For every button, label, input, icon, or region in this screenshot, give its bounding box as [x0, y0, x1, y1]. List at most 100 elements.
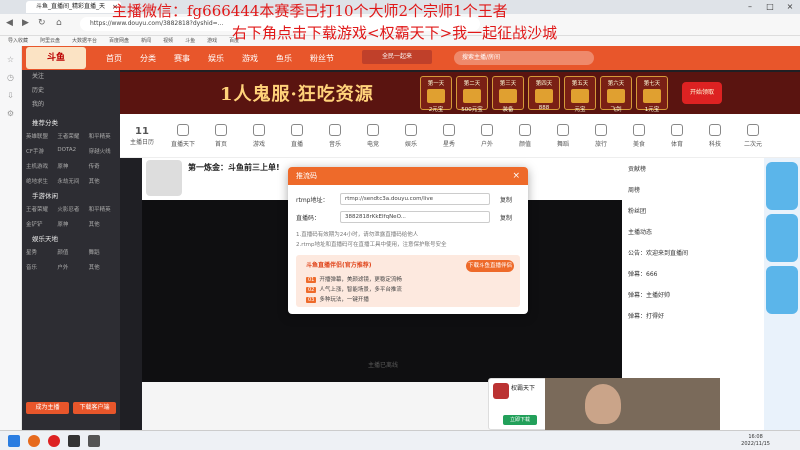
nav-item[interactable]: 分类 [140, 53, 156, 64]
sidebar-category-link[interactable]: 星秀 [26, 248, 53, 256]
category-item[interactable]: 美食 [620, 123, 658, 148]
sidebar-category-link[interactable]: 原神 [57, 220, 84, 228]
side-ad-1[interactable] [766, 162, 798, 210]
banner-day-box[interactable]: 第四天 888 [528, 76, 560, 111]
category-item[interactable]: 电竞 [354, 123, 392, 148]
become-streamer-button[interactable]: 成为主播 [26, 402, 69, 414]
app-icon[interactable] [68, 435, 80, 447]
clock-date: 2022/11/15 [741, 441, 770, 447]
sidebar-grid: 英雄联盟 王者荣耀 和平精英 CF手游 DOTA2 穿越火线主机游戏 原神 传奇绝地求生 永劫无… [22, 132, 120, 185]
category-item[interactable]: 音乐 [316, 123, 354, 148]
taskbar-clock[interactable]: 16:08 2022/11/15 [741, 434, 770, 448]
nav-item[interactable]: 鱼乐 [276, 53, 292, 64]
sidebar-top-item[interactable]: 关注 [22, 70, 120, 84]
nav-item[interactable]: 娱乐 [208, 53, 224, 64]
download-assistant-button[interactable]: 下载斗鱼直播伴侣 [466, 260, 514, 272]
browser-icon[interactable] [48, 435, 60, 447]
category-item[interactable]: 体育 [658, 123, 696, 148]
sidebar-category-link[interactable]: 王者荣耀 [26, 205, 53, 213]
sidebar-category-link[interactable]: 和平精英 [89, 132, 116, 140]
promo-download-button[interactable]: 立即下载 [503, 415, 537, 425]
sidebar-category-link[interactable]: 户外 [57, 263, 84, 271]
sidebar-category-link[interactable]: DOTA2 [57, 147, 84, 155]
sidebar-category-link[interactable]: 舞蹈 [89, 248, 116, 256]
category-item[interactable]: 直播天下 [164, 123, 202, 148]
sidebar-category-link[interactable]: 绝地求生 [26, 177, 53, 185]
calendar-tile[interactable]: 11 主播日历 [120, 126, 164, 146]
banner-day-box[interactable]: 第一天 2元宝 [420, 76, 452, 113]
chat-row: 弹幕：主播好帅 [628, 292, 671, 299]
category-icon [291, 123, 303, 136]
category-item[interactable]: 首页 [202, 123, 240, 148]
category-item[interactable]: 星秀 [430, 123, 468, 148]
category-item[interactable]: 直播 [278, 123, 316, 148]
stream-key-field[interactable]: 3882818rKkEIfqNeO... [340, 211, 490, 223]
category-item[interactable]: 户外 [468, 123, 506, 148]
category-item[interactable]: 旅行 [582, 123, 620, 148]
sidebar-category-link[interactable]: 主机游戏 [26, 162, 53, 170]
download-icon[interactable]: ⇩ [0, 91, 21, 100]
banner-title: 1人鬼服·狂吃资源 [220, 84, 374, 105]
nav-item[interactable]: 粉丝节 [310, 53, 334, 64]
sidebar-category-link[interactable]: 其他 [89, 177, 116, 185]
nav-item[interactable]: 游戏 [242, 53, 258, 64]
sidebar-category-link[interactable]: 和平精英 [89, 205, 116, 213]
header-promo-button[interactable]: 全民一起来 [362, 50, 432, 64]
streamer-avatar[interactable] [146, 160, 182, 196]
rtmp-address-field[interactable]: rtmp://sendtc3a.douyu.com/live [340, 193, 490, 205]
banner-cta-button[interactable]: 开始领取 [682, 82, 722, 104]
webcam-overlay [545, 378, 720, 430]
game-banner[interactable]: 1人鬼服·狂吃资源 第一天 2元宝 第二天 500元宝 第三天 装备 第四天 888 第五天 元宝… [120, 72, 800, 114]
nav-item[interactable]: 首页 [106, 53, 122, 64]
history-icon[interactable]: ◷ [0, 73, 21, 82]
chat-row: 弹幕：666 [628, 271, 658, 278]
side-ads [764, 158, 800, 430]
category-item[interactable]: 舞蹈 [544, 123, 582, 148]
sidebar-section-title: 推荐分类 [32, 119, 58, 127]
sidebar-category-link[interactable]: 传奇 [89, 162, 116, 170]
category-label: 旅行 [594, 140, 607, 148]
category-item[interactable]: 游戏 [240, 123, 278, 148]
category-item[interactable]: 科技 [696, 123, 734, 148]
day-reward: 2元宝 [428, 107, 444, 113]
sidebar-category-link[interactable]: 穿越火线 [89, 147, 116, 155]
settings-icon[interactable]: ⚙ [0, 109, 21, 118]
download-client-button[interactable]: 下载客户端 [73, 402, 116, 414]
category-item[interactable]: 娱乐 [392, 123, 430, 148]
day-reward: 装备 [502, 107, 514, 113]
star-icon[interactable]: ☆ [0, 55, 21, 64]
promo-line: 02 人气上涨，智能场景，多平台推流 [306, 285, 402, 293]
game-promo-card[interactable]: 权霸天下 立即下载 [488, 378, 550, 430]
side-ad-3[interactable] [766, 266, 798, 314]
sidebar-category-link[interactable]: CF手游 [26, 147, 53, 155]
sidebar-category-link[interactable]: 金铲铲 [26, 220, 53, 228]
rtmp-copy-button[interactable]: 复制 [500, 195, 512, 204]
start-icon[interactable] [8, 435, 20, 447]
sidebar-category-link[interactable]: 王者荣耀 [57, 132, 84, 140]
sidebar-top-item[interactable]: 我的 [22, 98, 120, 112]
sidebar-category-link[interactable]: 其他 [89, 220, 116, 228]
side-ad-2[interactable] [766, 214, 798, 262]
sidebar-category-link[interactable]: 音乐 [26, 263, 53, 271]
app-icon-2[interactable] [88, 435, 100, 447]
site-search-input[interactable]: 搜索主播/房间 [454, 51, 594, 65]
nav-item[interactable]: 赛事 [174, 53, 190, 64]
sidebar-category-link[interactable]: 颜值 [57, 248, 84, 256]
site-logo[interactable]: 斗鱼 [26, 47, 86, 69]
banner-day-box[interactable]: 第七天 1元宝 [636, 76, 668, 113]
sidebar-category-link[interactable]: 原神 [57, 162, 84, 170]
category-item[interactable]: 颜值 [506, 123, 544, 148]
sidebar-top-item[interactable]: 历史 [22, 84, 120, 98]
firefox-icon[interactable] [28, 435, 40, 447]
stream-key-copy-button[interactable]: 复制 [500, 213, 512, 222]
sidebar-category-link[interactable]: 永劫无间 [57, 177, 84, 185]
close-icon[interactable]: × [512, 167, 520, 185]
category-item[interactable]: 二次元 [734, 123, 772, 148]
banner-day-box[interactable]: 第五天 元宝 [564, 76, 596, 113]
banner-day-box[interactable]: 第六天 飞剑 [600, 76, 632, 113]
sidebar-category-link[interactable]: 其他 [89, 263, 116, 271]
sidebar-category-link[interactable]: 火影忍者 [57, 205, 84, 213]
banner-day-box[interactable]: 第三天 装备 [492, 76, 524, 113]
sidebar-category-link[interactable]: 英雄联盟 [26, 132, 53, 140]
banner-day-box[interactable]: 第二天 500元宝 [456, 76, 488, 113]
